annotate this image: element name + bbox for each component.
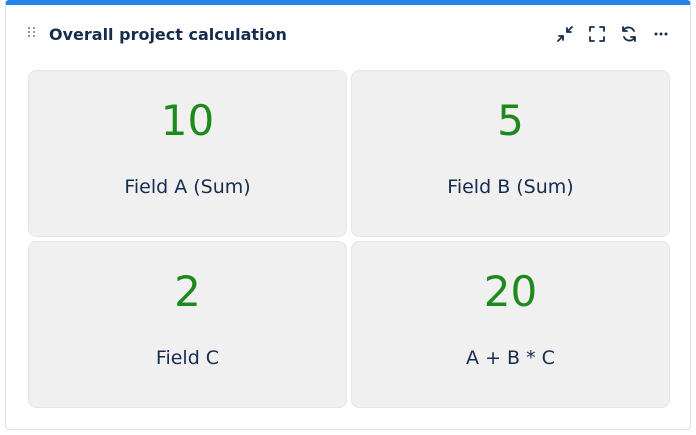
metric-tile-field-c: 2 Field C <box>28 241 347 408</box>
metric-label: Field B (Sum) <box>447 176 574 198</box>
metric-tile-formula: 20 A + B * C <box>351 241 670 408</box>
fullscreen-icon <box>589 26 605 42</box>
metric-tile-field-a: 10 Field A (Sum) <box>28 70 347 237</box>
collapse-icon <box>557 26 573 42</box>
metric-label: Field A (Sum) <box>124 176 251 198</box>
fullscreen-button[interactable] <box>586 23 608 45</box>
metric-label: A + B * C <box>466 347 555 369</box>
gadget-title: Overall project calculation <box>49 25 287 44</box>
refresh-icon <box>622 26 636 42</box>
metric-tile-field-b: 5 Field B (Sum) <box>351 70 670 237</box>
metrics-grid: 10 Field A (Sum) 5 Field B (Sum) 2 Field… <box>28 70 670 408</box>
metric-label: Field C <box>155 347 220 369</box>
metric-value: 2 <box>174 267 201 316</box>
refresh-button[interactable] <box>618 23 640 45</box>
more-icon <box>654 32 668 36</box>
metric-value: 10 <box>160 96 215 145</box>
gadget-panel: Overall project calculation 10 Field A (… <box>5 0 691 430</box>
drag-handle-icon[interactable] <box>28 27 36 39</box>
collapse-button[interactable] <box>554 23 576 45</box>
metric-value: 20 <box>483 267 538 316</box>
more-button[interactable] <box>650 23 672 45</box>
metric-value: 5 <box>497 96 524 145</box>
gadget-actions <box>544 23 672 45</box>
